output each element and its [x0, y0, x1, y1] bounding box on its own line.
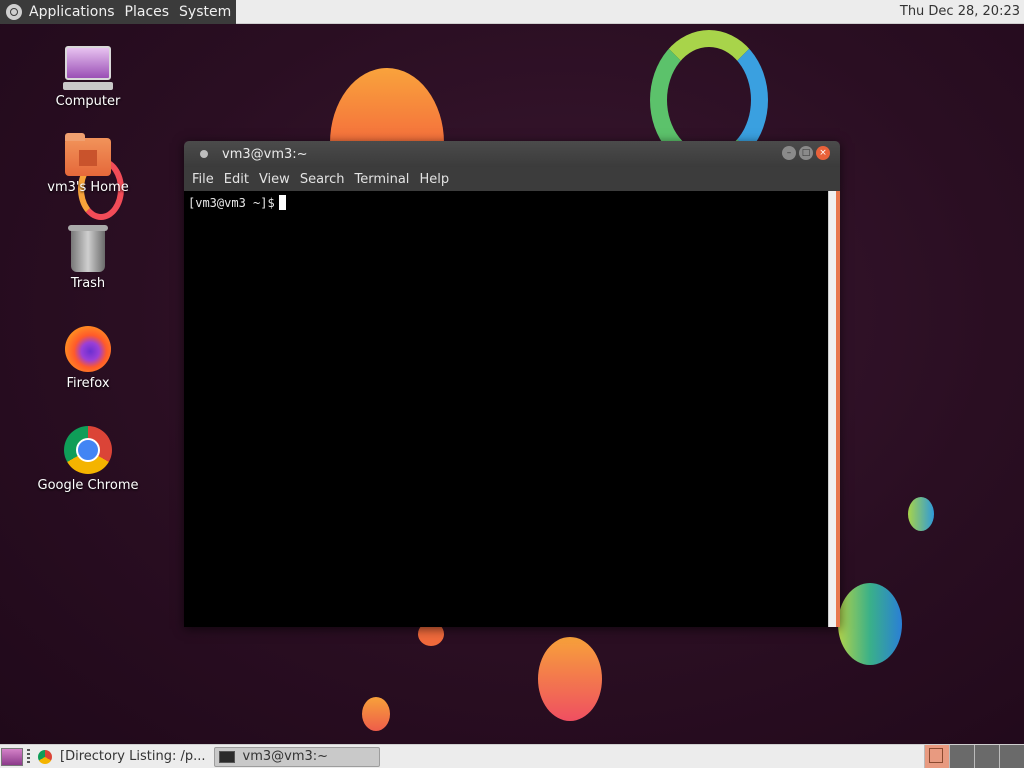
workspace-switcher: [924, 745, 1024, 768]
terminal-scrollbar[interactable]: [828, 191, 840, 627]
menu-view[interactable]: View: [255, 172, 296, 187]
chrome-icon: [38, 749, 52, 764]
chrome-icon: [64, 426, 112, 474]
terminal-menubar: File Edit View Search Terminal Help: [184, 167, 840, 191]
workspace-2[interactable]: [949, 745, 974, 768]
menu-file[interactable]: File: [188, 172, 220, 187]
show-desktop-button[interactable]: [1, 747, 23, 766]
menu-edit[interactable]: Edit: [220, 172, 255, 187]
desktop-icon-chrome[interactable]: Google Chrome: [28, 426, 148, 493]
workspace-3[interactable]: [974, 745, 999, 768]
menu-terminal[interactable]: Terminal: [350, 172, 415, 187]
distro-logo-icon[interactable]: [0, 0, 24, 24]
terminal-output[interactable]: [vm3@vm3 ~]$: [184, 191, 828, 627]
prompt-text: [vm3@vm3 ~]$: [188, 196, 275, 210]
desktop-icon-label: Google Chrome: [37, 478, 139, 493]
firefox-icon: [65, 326, 111, 372]
desktop-icon-label: Firefox: [66, 376, 110, 391]
terminal-icon: [218, 750, 235, 763]
desktop-icon-home[interactable]: vm3's Home: [28, 133, 148, 195]
desktop-icon-label: Trash: [70, 276, 106, 291]
window-controls: – □ ×: [782, 146, 830, 160]
desktop-icon-label: vm3's Home: [47, 180, 129, 195]
applications-menu[interactable]: Applications: [24, 0, 120, 24]
workspace-1[interactable]: [924, 745, 949, 768]
window-menu-icon[interactable]: [200, 150, 208, 158]
wallpaper-blob: [362, 697, 390, 731]
window-title: vm3@vm3:~: [222, 146, 308, 162]
taskbar-item-label: [Directory Listing: /p...: [60, 749, 206, 764]
panel-handle[interactable]: [27, 748, 30, 765]
wallpaper-blob: [838, 583, 902, 665]
text-cursor: [278, 195, 286, 210]
desktop-icon-computer[interactable]: Computer: [28, 46, 148, 109]
workspace-4[interactable]: [999, 745, 1024, 768]
window-titlebar[interactable]: vm3@vm3:~ – □ ×: [184, 141, 840, 167]
desktop-icon-firefox[interactable]: Firefox: [28, 326, 148, 391]
places-menu[interactable]: Places: [120, 0, 175, 24]
wallpaper-blob: [538, 637, 602, 721]
taskbar-item-label: vm3@vm3:~: [242, 749, 329, 764]
bottom-panel: [Directory Listing: /p... vm3@vm3:~: [0, 744, 1024, 768]
taskbar-item-chrome[interactable]: [Directory Listing: /p...: [34, 747, 210, 767]
computer-icon: [63, 46, 113, 90]
maximize-button[interactable]: □: [799, 146, 813, 160]
desktop-icon-trash[interactable]: Trash: [28, 225, 148, 291]
desktop-icon-label: Computer: [55, 94, 121, 109]
menu-search[interactable]: Search: [296, 172, 351, 187]
main-menubar: Applications Places System: [0, 0, 237, 24]
minimize-button[interactable]: –: [782, 146, 796, 160]
menu-help[interactable]: Help: [415, 172, 455, 187]
home-folder-icon: [65, 133, 111, 176]
system-menu[interactable]: System: [174, 0, 236, 24]
trash-icon: [68, 225, 108, 272]
wallpaper-blob: [908, 497, 934, 531]
top-panel: Applications Places System Thu Dec 28, 2…: [0, 0, 1024, 24]
shell-prompt: [vm3@vm3 ~]$: [188, 195, 286, 210]
taskbar-item-terminal[interactable]: vm3@vm3:~: [213, 746, 380, 767]
terminal-window[interactable]: vm3@vm3:~ – □ × File Edit View Search Te…: [184, 141, 840, 627]
close-button[interactable]: ×: [816, 146, 830, 160]
panel-clock[interactable]: Thu Dec 28, 20:23: [900, 0, 1020, 24]
